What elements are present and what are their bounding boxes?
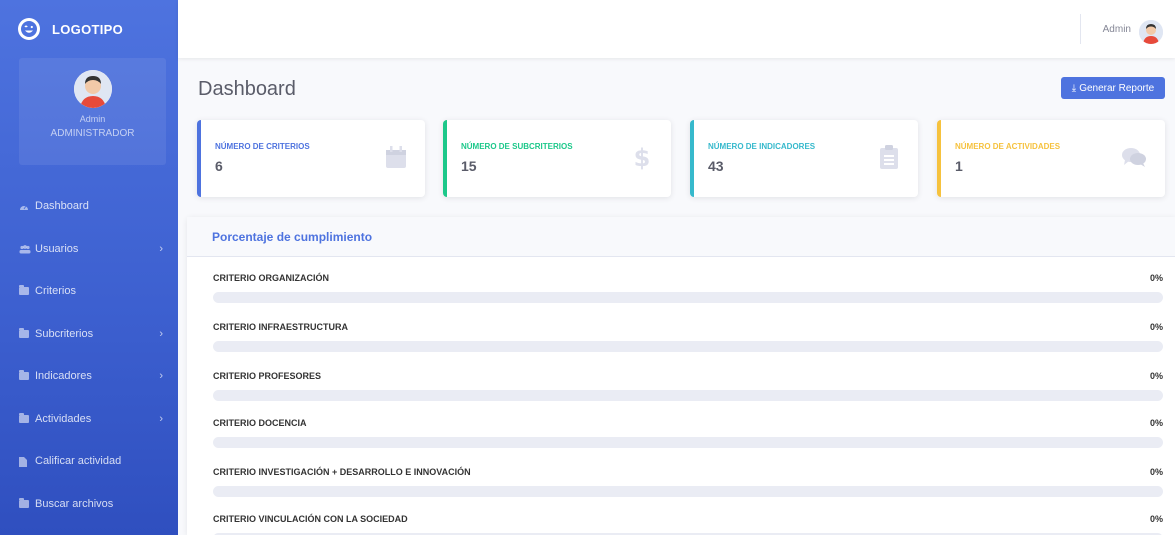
folder-icon (19, 412, 29, 423)
sidebar-item-criterios[interactable]: Criterios (0, 270, 178, 313)
folder-icon (19, 497, 29, 508)
sidebar-item-label: Dashboard (35, 200, 89, 213)
progress-bar (213, 390, 1163, 401)
progress-bar (213, 341, 1163, 352)
progress-item: CRITERIO VINCULACIÓN CON LA SOCIEDAD 0% (213, 514, 1163, 535)
sidebar-item-subcriterios[interactable]: Subcriterios › (0, 313, 178, 356)
users-icon (19, 244, 31, 254)
progress-item: CRITERIO DOCENCIA 0% (213, 418, 1163, 448)
sidebar-item-actividades[interactable]: Actividades › (0, 398, 178, 441)
sidebar-item-label: Criterios (35, 285, 76, 298)
stat-card-actividades: NÚMERO DE ACTIVIDADES 1 (937, 120, 1165, 197)
clipboard-icon (878, 144, 900, 170)
progress-percent: 0% (1149, 467, 1163, 477)
stat-card-label: NÚMERO DE INDICADORES (708, 142, 816, 151)
sidebar-item-calificar-actividad[interactable]: Calificar actividad (0, 440, 178, 483)
progress-percent: 0% (1149, 273, 1163, 283)
progress-item: CRITERIO ORGANIZACIÓN 0% (213, 273, 1163, 303)
sidebar-nav: Dashboard Usuarios › Criterios Subcriter… (0, 185, 178, 525)
progress-percent: 0% (1149, 418, 1163, 428)
avatar (73, 70, 112, 108)
progress-bar (213, 292, 1163, 303)
stat-card-value: 1 (955, 158, 963, 174)
sidebar-item-label: Actividades (35, 412, 92, 425)
stat-card-value: 15 (461, 158, 477, 174)
generate-report-label: Generar Reporte (1079, 82, 1155, 94)
chevron-right-icon: › (159, 370, 163, 383)
progress-percent: 0% (1149, 514, 1163, 524)
sidebar-item-label: Usuarios (35, 242, 79, 255)
sidebar-item-label: Indicadores (35, 370, 92, 383)
topbar: Admin (178, 0, 1175, 58)
sidebar-item-buscar-archivos[interactable]: Buscar archivos (0, 483, 178, 526)
stat-card-label: NÚMERO DE ACTIVIDADES (955, 142, 1061, 151)
progress-panel-title: Porcentaje de cumplimiento (187, 217, 1175, 257)
stat-card-label: NÚMERO DE CRITERIOS (215, 142, 310, 151)
progress-label: CRITERIO ORGANIZACIÓN (213, 273, 329, 283)
progress-item: CRITERIO PROFESORES 0% (213, 371, 1163, 401)
stat-card-value: 43 (708, 158, 724, 174)
sidebar-item-label: Buscar archivos (35, 497, 114, 510)
folder-icon (19, 370, 29, 381)
topbar-user-name[interactable]: Admin (1103, 24, 1131, 35)
page-title: Dashboard (198, 78, 296, 100)
stat-card-subcriterios: NÚMERO DE SUBCRITERIOS 15 $ (443, 120, 671, 197)
folder-icon (19, 285, 29, 296)
progress-label: CRITERIO INFRAESTRUCTURA (213, 322, 348, 332)
svg-text:$: $ (634, 144, 651, 170)
progress-label: CRITERIO PROFESORES (213, 371, 322, 381)
chevron-right-icon: › (159, 242, 163, 255)
progress-item: CRITERIO INFRAESTRUCTURA 0% (213, 322, 1163, 352)
user-avatar[interactable] (1139, 20, 1163, 44)
progress-label: CRITERIO INVESTIGACIÓN + DESARROLLO E IN… (213, 467, 471, 477)
progress-label: CRITERIO VINCULACIÓN CON LA SOCIEDAD (213, 514, 408, 524)
stat-card-value: 6 (215, 158, 223, 174)
sidebar-item-label: Subcriterios (35, 327, 94, 340)
chevron-right-icon: › (159, 412, 163, 425)
brand[interactable]: LOGOTIPO (0, 0, 178, 58)
laugh-wink-icon (18, 18, 40, 40)
stat-card-criterios: NÚMERO DE CRITERIOS 6 (197, 120, 425, 197)
profile-name: Admin (79, 114, 106, 124)
file-icon (19, 457, 29, 468)
download-icon: ⤓ (1071, 82, 1077, 94)
progress-item: CRITERIO INVESTIGACIÓN + DESARROLLO E IN… (213, 467, 1163, 497)
profile-card: Admin ADMINISTRADOR (19, 58, 166, 165)
sidebar-item-usuarios[interactable]: Usuarios › (0, 228, 178, 271)
progress-panel: Porcentaje de cumplimiento CRITERIO ORGA… (187, 217, 1175, 535)
brand-name: LOGOTIPO (52, 21, 124, 37)
comments-icon (1121, 144, 1147, 170)
sidebar-item-dashboard[interactable]: Dashboard (0, 185, 178, 228)
sidebar-item-indicadores[interactable]: Indicadores › (0, 355, 178, 398)
progress-label: CRITERIO DOCENCIA (213, 418, 307, 428)
progress-bar (213, 486, 1163, 497)
topbar-divider (1080, 14, 1081, 44)
stat-card-label: NÚMERO DE SUBCRITERIOS (461, 142, 573, 151)
progress-percent: 0% (1149, 322, 1163, 332)
generate-report-button[interactable]: ⤓ Generar Reporte (1061, 77, 1165, 99)
sidebar-item-label: Calificar actividad (35, 455, 122, 468)
stat-card-indicadores: NÚMERO DE INDICADORES 43 (690, 120, 918, 197)
folder-icon (19, 327, 29, 338)
progress-bar (213, 437, 1163, 448)
sidebar: LOGOTIPO Admin ADMINISTRADOR Dashboard U… (0, 0, 178, 535)
profile-role: ADMINISTRADOR (50, 128, 135, 139)
dashboard-icon (19, 202, 29, 211)
progress-percent: 0% (1149, 371, 1163, 381)
chevron-right-icon: › (159, 327, 163, 340)
calendar-icon (385, 144, 407, 170)
dollar-icon: $ (631, 144, 653, 172)
